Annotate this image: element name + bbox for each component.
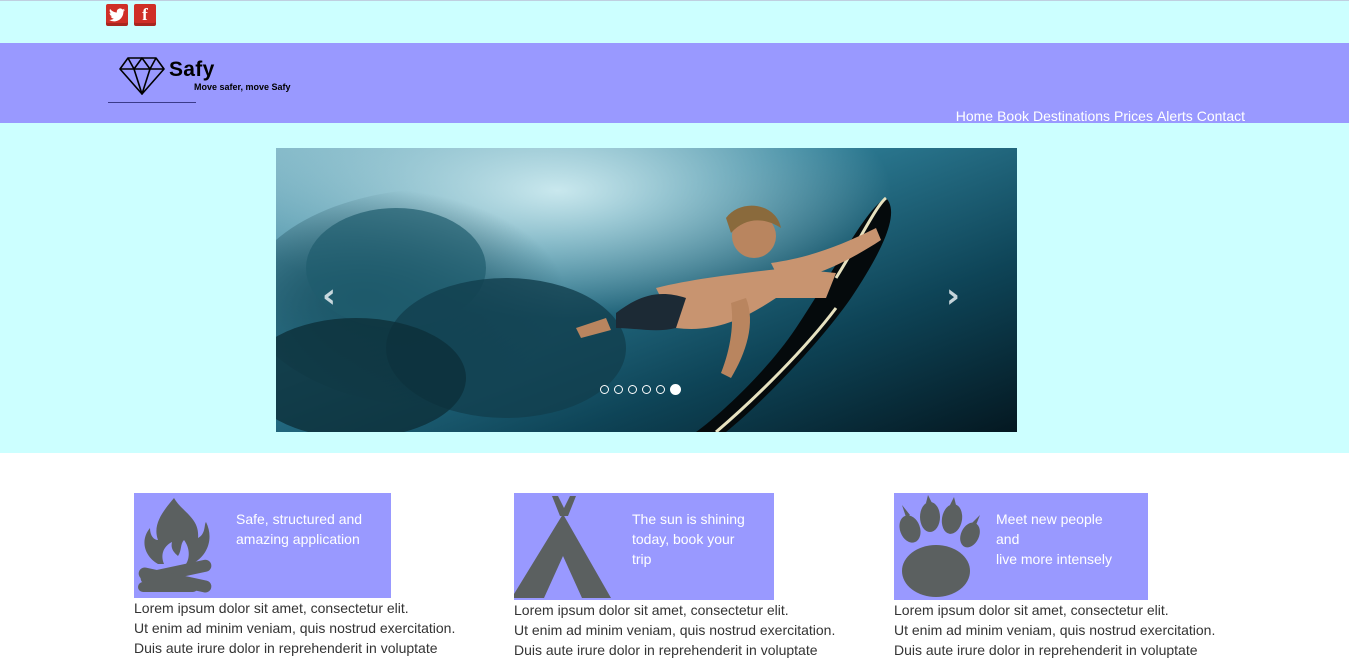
logo-underline (108, 102, 196, 103)
nav-alerts[interactable]: Alerts (1157, 108, 1193, 124)
feature-caption: The sun is shining today, book your trip (632, 511, 745, 567)
top-bar: f (0, 0, 1349, 43)
feature-caption: Meet new people and live more intensely (996, 511, 1112, 567)
feature-banner: Safe, structured and amazing application (134, 493, 391, 598)
twitter-icon[interactable] (106, 4, 128, 26)
campfire-icon (138, 498, 212, 593)
paw-icon (899, 495, 980, 597)
carousel-next-button[interactable]: › (946, 276, 960, 316)
hero-section: ‹ › (0, 123, 1349, 453)
logo-tagline: Move safer, move Safy (194, 82, 291, 92)
carousel-dot[interactable] (600, 385, 609, 394)
carousel-slide: ‹ › (276, 148, 1017, 432)
feature-body: Lorem ipsum dolor sit amet, consectetur … (514, 602, 836, 658)
carousel-dot[interactable] (670, 384, 681, 395)
diamond-icon (119, 57, 165, 95)
logo[interactable]: Safy Move safer, move Safy (108, 56, 308, 108)
feature-banner: The sun is shining today, book your trip (514, 493, 774, 600)
tent-icon (514, 496, 611, 598)
carousel-dot[interactable] (656, 385, 665, 394)
feature-caption: Safe, structured and amazing application (236, 511, 363, 547)
carousel-dot[interactable] (642, 385, 651, 394)
nav-prices[interactable]: Prices (1114, 108, 1153, 124)
site-header: Safy Move safer, move Safy Home Book Desti… (0, 43, 1349, 124)
carousel-dot[interactable] (614, 385, 623, 394)
facebook-icon[interactable]: f (134, 4, 156, 26)
feature-body: Lorem ipsum dolor sit amet, consectetur … (894, 602, 1216, 658)
feature-body: Lorem ipsum dolor sit amet, consectetur … (134, 600, 456, 656)
nav-contact[interactable]: Contact (1197, 108, 1245, 124)
carousel-prev-button[interactable]: ‹ (322, 276, 336, 316)
logo-name: Safy (169, 58, 215, 81)
nav-home[interactable]: Home (956, 108, 993, 124)
nav-destinations[interactable]: Destinations (1033, 108, 1110, 124)
feature-banner: Meet new people and live more intensely (894, 493, 1148, 600)
carousel-dot[interactable] (628, 385, 637, 394)
nav-book[interactable]: Book (997, 108, 1029, 124)
main-nav: Home Book Destinations Prices Alerts Contact (956, 108, 1245, 124)
carousel-indicators (600, 384, 681, 395)
